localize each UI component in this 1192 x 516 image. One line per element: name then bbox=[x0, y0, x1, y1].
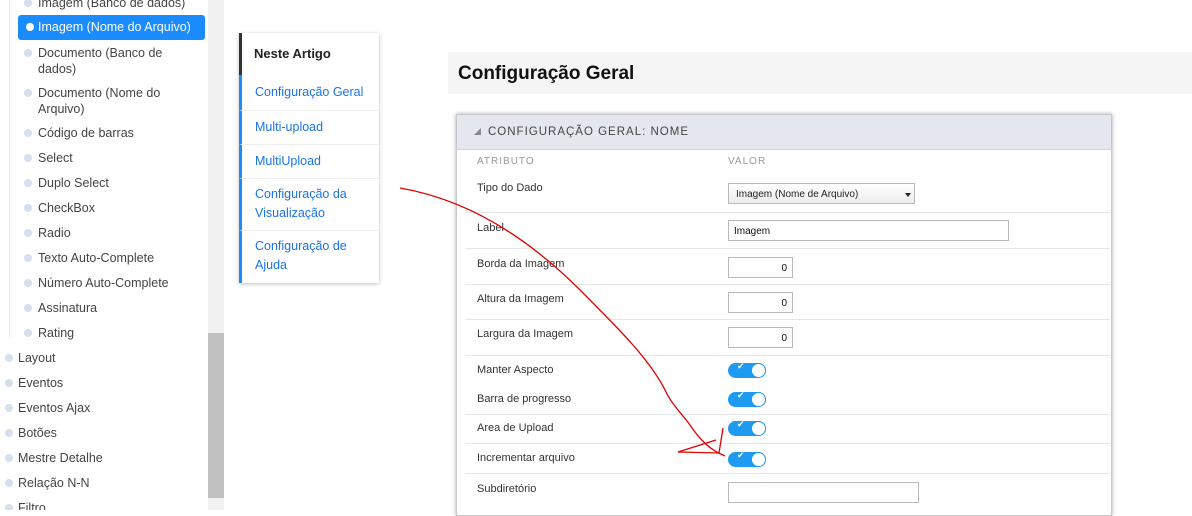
row-label: Largura da Imagem bbox=[477, 328, 573, 340]
dot-icon bbox=[5, 479, 13, 487]
dot-icon bbox=[26, 23, 34, 31]
toc-link-multiupload[interactable]: MultiUpload bbox=[239, 144, 379, 178]
sidebar-item-mestre-detalhe[interactable]: Mestre Detalhe bbox=[5, 450, 103, 466]
column-header-value: VALOR bbox=[728, 156, 767, 167]
toggle-knob bbox=[751, 421, 766, 436]
sidebar-item-eventos[interactable]: Eventos bbox=[5, 375, 63, 391]
dot-icon bbox=[24, 154, 32, 162]
sidebar-item-documento-banco[interactable]: Documento (Banco de dados) bbox=[24, 45, 198, 77]
sidebar-item-numero-autocomplete[interactable]: Número Auto-Complete bbox=[24, 275, 198, 291]
article-toc: Neste Artigo Configuração Geral Multi-up… bbox=[239, 33, 379, 283]
dot-icon bbox=[24, 204, 32, 212]
table-row: Manter Aspecto ✔ bbox=[465, 355, 1110, 386]
table-row: Largura da Imagem 0 bbox=[465, 319, 1110, 356]
dot-icon bbox=[24, 179, 32, 187]
sidebar-item-rating[interactable]: Rating bbox=[24, 325, 198, 341]
column-header-attribute: ATRIBUTO bbox=[477, 156, 535, 167]
dot-icon bbox=[24, 229, 32, 237]
table-row: Borda da Imagem 0 bbox=[465, 248, 1110, 285]
dot-icon bbox=[5, 354, 13, 362]
toc-link-multi-upload[interactable]: Multi-upload bbox=[239, 110, 379, 144]
row-label: Label bbox=[477, 222, 504, 234]
check-icon: ✔ bbox=[737, 362, 745, 372]
row-label: Altura da Imagem bbox=[477, 293, 564, 305]
check-icon: ✔ bbox=[737, 420, 745, 430]
sidebar-item-layout[interactable]: Layout bbox=[5, 350, 56, 366]
row-label: Area de Upload bbox=[477, 422, 554, 434]
sidebar-item-radio[interactable]: Radio bbox=[24, 225, 198, 241]
keep-aspect-toggle[interactable]: ✔ bbox=[728, 362, 766, 378]
sidebar-item-documento-nome[interactable]: Documento (Nome do Arquivo) bbox=[24, 85, 198, 117]
dot-icon bbox=[24, 49, 32, 57]
upload-area-toggle[interactable]: ✔ bbox=[728, 420, 766, 436]
sidebar-item-relacao-nn[interactable]: Relação N-N bbox=[5, 475, 90, 491]
sidebar-item-imagem-nome-arquivo[interactable]: Imagem (Nome do Arquivo) bbox=[18, 15, 205, 40]
dot-icon bbox=[24, 0, 32, 7]
toggle-knob bbox=[751, 363, 766, 378]
toc-link-configuracao-ajuda[interactable]: Configuração de Ajuda bbox=[239, 230, 379, 283]
toc-link-configuracao-visualizacao[interactable]: Configuração da Visualização bbox=[239, 178, 379, 230]
dot-icon bbox=[5, 454, 13, 462]
table-row: Tipo do Dado Imagem (Nome de Arquivo) bbox=[465, 172, 1110, 212]
dot-icon bbox=[5, 404, 13, 412]
scrollbar-thumb[interactable] bbox=[208, 333, 224, 498]
check-icon: ✔ bbox=[737, 391, 745, 401]
dot-icon bbox=[24, 329, 32, 337]
dot-icon bbox=[24, 254, 32, 262]
increment-file-toggle[interactable]: ✔ bbox=[728, 451, 766, 467]
dot-icon bbox=[24, 129, 32, 137]
sidebar-item-botoes[interactable]: Botões bbox=[5, 425, 57, 441]
dot-icon bbox=[5, 379, 13, 387]
check-icon: ✔ bbox=[737, 451, 745, 461]
triangle-collapse-icon[interactable] bbox=[474, 128, 481, 135]
row-label: Manter Aspecto bbox=[477, 364, 554, 376]
table-row: Barra de progresso ✔ bbox=[465, 385, 1110, 414]
sidebar-item-codigo-barras[interactable]: Código de barras bbox=[24, 125, 198, 141]
table-row: Incrementar arquivo ✔ bbox=[465, 443, 1110, 474]
subdirectory-input[interactable] bbox=[728, 482, 919, 503]
toc-link-configuracao-geral[interactable]: Configuração Geral bbox=[239, 75, 379, 110]
toggle-knob bbox=[751, 452, 766, 467]
dot-icon bbox=[24, 279, 32, 287]
dot-icon bbox=[24, 304, 32, 312]
row-label: Tipo do Dado bbox=[477, 182, 543, 194]
height-input[interactable]: 0 bbox=[728, 292, 793, 313]
sidebar-scrollbar[interactable] bbox=[208, 0, 224, 510]
row-label: Incrementar arquivo bbox=[477, 452, 575, 464]
table-row: Altura da Imagem 0 bbox=[465, 284, 1110, 320]
table-row: Subdiretório bbox=[465, 473, 1110, 514]
sidebar-nav: Imagem (Banco de dados) Imagem (Nome do … bbox=[0, 0, 208, 510]
dot-icon bbox=[24, 89, 32, 97]
toggle-knob bbox=[751, 392, 766, 407]
row-label: Subdiretório bbox=[477, 483, 537, 495]
progress-bar-toggle[interactable]: ✔ bbox=[728, 391, 766, 407]
section-title: Configuração Geral bbox=[458, 63, 635, 84]
sidebar-item-checkbox[interactable]: CheckBox bbox=[24, 200, 198, 216]
dot-icon bbox=[5, 429, 13, 437]
data-type-select[interactable]: Imagem (Nome de Arquivo) bbox=[728, 183, 915, 204]
sidebar-item-texto-autocomplete[interactable]: Texto Auto-Complete bbox=[24, 250, 198, 266]
panel-title: CONFIGURAÇÃO GERAL: NOME bbox=[488, 126, 689, 138]
toc-title: Neste Artigo bbox=[239, 33, 379, 75]
row-label: Borda da Imagem bbox=[477, 258, 565, 270]
config-panel: CONFIGURAÇÃO GERAL: NOME ATRIBUTO VALOR … bbox=[456, 114, 1112, 516]
sidebar-item-assinatura[interactable]: Assinatura bbox=[24, 300, 198, 316]
section-header: Configuração Geral bbox=[448, 52, 1192, 94]
sidebar-item-select[interactable]: Select bbox=[24, 150, 198, 166]
table-row: Area de Upload ✔ bbox=[465, 414, 1110, 444]
sidebar-item-imagem-banco[interactable]: Imagem (Banco de dados) bbox=[24, 0, 198, 11]
sidebar-item-filtro[interactable]: Filtro bbox=[5, 500, 46, 510]
dot-icon bbox=[5, 504, 13, 510]
table-row: Label Imagem bbox=[465, 212, 1110, 249]
sidebar-item-duplo-select[interactable]: Duplo Select bbox=[24, 175, 198, 191]
sidebar-item-eventos-ajax[interactable]: Eventos Ajax bbox=[5, 400, 90, 416]
tree-line bbox=[9, 0, 10, 338]
label-input[interactable]: Imagem bbox=[728, 220, 1009, 241]
row-label: Barra de progresso bbox=[477, 393, 572, 405]
width-input[interactable]: 0 bbox=[728, 327, 793, 348]
border-input[interactable]: 0 bbox=[728, 257, 793, 278]
caret-down-icon bbox=[905, 193, 911, 197]
panel-header[interactable]: CONFIGURAÇÃO GERAL: NOME bbox=[457, 115, 1111, 150]
